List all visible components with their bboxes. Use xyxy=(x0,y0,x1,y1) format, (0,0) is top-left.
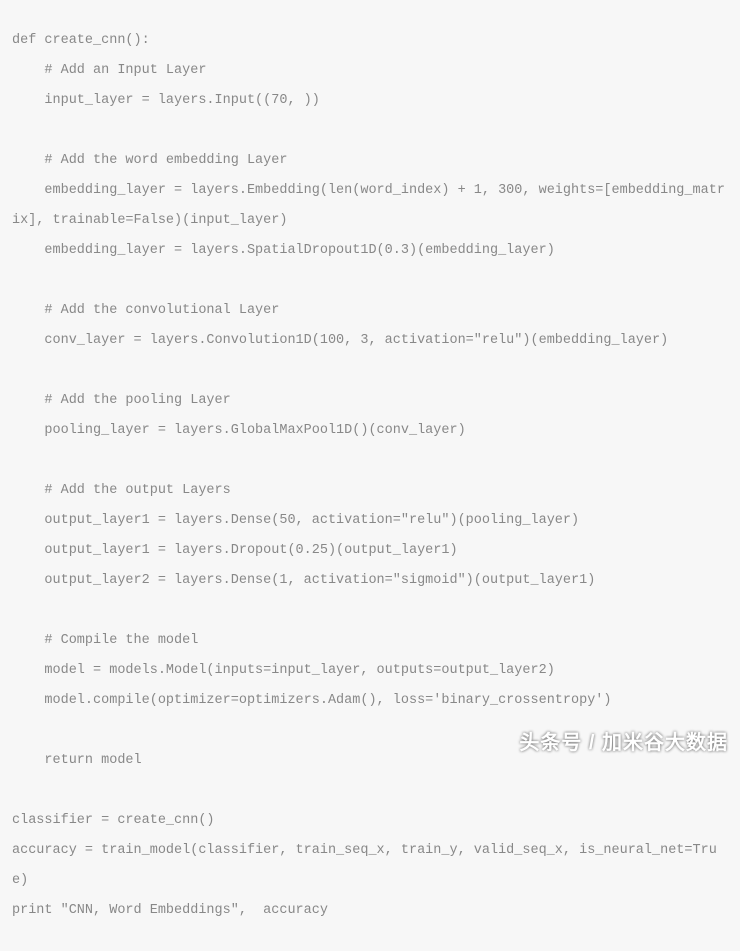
code-snippet: def create_cnn(): # Add an Input Layer i… xyxy=(0,14,740,938)
